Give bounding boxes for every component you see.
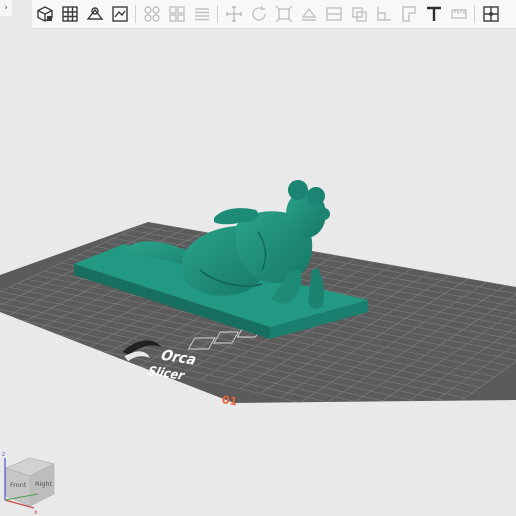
plate-number[interactable]: 01 xyxy=(221,393,238,408)
view-cube-right[interactable]: Right xyxy=(35,480,53,488)
axis-x-label: x xyxy=(34,509,38,516)
split-objects-icon[interactable] xyxy=(142,4,162,24)
sidebar-collapse-button[interactable]: › xyxy=(0,0,12,16)
text-icon[interactable] xyxy=(424,4,444,24)
scale-icon[interactable] xyxy=(274,4,294,24)
plate-icon[interactable] xyxy=(110,4,130,24)
collapse-chevron-icon: › xyxy=(4,3,8,13)
seam-paint-icon[interactable] xyxy=(374,4,394,24)
move-icon[interactable] xyxy=(224,4,244,24)
assembly-icon[interactable] xyxy=(481,4,501,24)
add-cube-icon[interactable] xyxy=(35,4,55,24)
orient-icon[interactable] xyxy=(85,4,105,24)
3d-viewport[interactable]: Orca Slicer 01 Front Right z x › xyxy=(0,0,516,516)
toolbar-separator xyxy=(474,5,475,23)
split-parts-icon[interactable] xyxy=(167,4,187,24)
toolbar-separator xyxy=(135,5,136,23)
toolbar-separator xyxy=(217,5,218,23)
top-toolbar xyxy=(32,0,516,29)
axis-z-label: z xyxy=(2,451,5,458)
support-paint-icon[interactable] xyxy=(349,4,369,24)
scene-canvas[interactable]: Orca Slicer 01 Front Right z x xyxy=(0,0,516,516)
lay-on-face-icon[interactable] xyxy=(299,4,319,24)
arrange-grid-icon[interactable] xyxy=(60,4,80,24)
layers-icon[interactable] xyxy=(192,4,212,24)
rotate-icon[interactable] xyxy=(249,4,269,24)
view-cube-front[interactable]: Front xyxy=(10,481,27,489)
view-cube[interactable]: Front Right z x xyxy=(2,451,56,516)
color-paint-icon[interactable] xyxy=(399,4,419,24)
measure-icon[interactable] xyxy=(449,4,469,24)
cut-icon[interactable] xyxy=(324,4,344,24)
